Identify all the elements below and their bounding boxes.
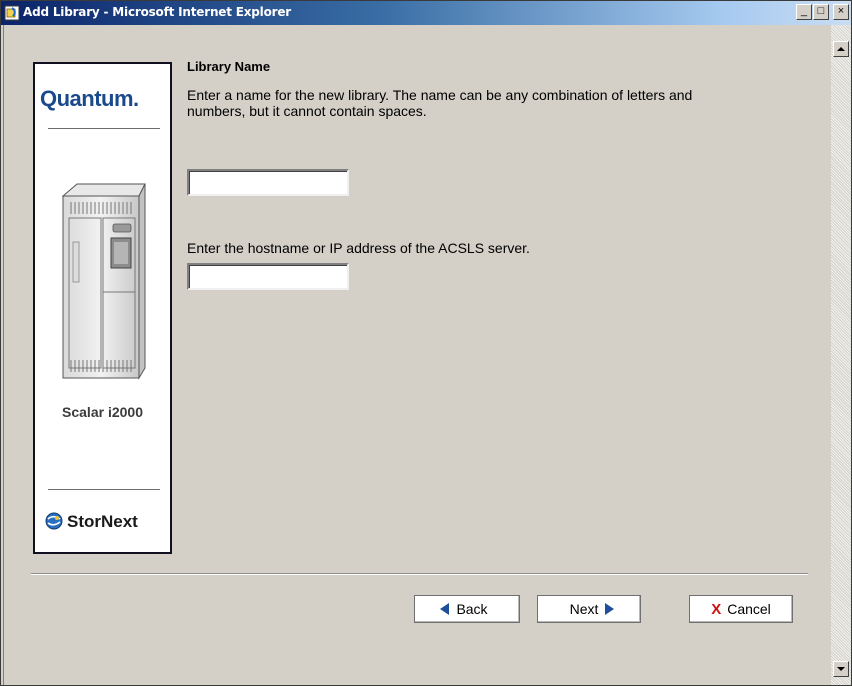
footer-divider xyxy=(31,573,808,575)
quantum-logo: Quantum. xyxy=(40,86,139,111)
hostname-description: Enter the hostname or IP address of the … xyxy=(187,240,530,256)
maximize-icon: □ xyxy=(817,5,825,17)
hostname-input[interactable] xyxy=(187,263,349,290)
cancel-button-label: Cancel xyxy=(727,601,771,617)
scroll-down-button[interactable] xyxy=(833,661,849,677)
library-name-description: Enter a name for the new library. The na… xyxy=(187,87,693,119)
stornext-label: StorNext xyxy=(67,512,138,531)
section-title: Library Name xyxy=(187,59,271,74)
minimize-button[interactable]: _ xyxy=(796,4,812,20)
minimize-icon: _ xyxy=(800,5,808,17)
title-bar[interactable]: Add Library - Microsoft Internet Explore… xyxy=(1,1,851,25)
x-icon: X xyxy=(711,600,722,618)
cancel-button[interactable]: X Cancel xyxy=(689,595,793,623)
globe-icon xyxy=(45,512,63,530)
back-button-label: Back xyxy=(456,601,488,617)
maximize-button[interactable]: □ xyxy=(813,4,829,20)
brand-divider-top xyxy=(48,128,160,129)
brand-panel: Quantum. Scalar i2000 StorNext xyxy=(33,62,172,554)
ie-icon xyxy=(4,5,20,21)
left-arrow-icon xyxy=(440,603,450,615)
close-icon: × xyxy=(837,5,845,17)
browser-window: Add Library - Microsoft Internet Explore… xyxy=(0,0,852,686)
back-button[interactable]: Back xyxy=(414,595,520,623)
library-name-input[interactable] xyxy=(187,169,349,196)
model-label: Scalar i2000 xyxy=(62,404,143,420)
scroll-up-icon xyxy=(837,47,845,51)
window-title: Add Library - Microsoft Internet Explore… xyxy=(23,5,291,19)
right-arrow-icon xyxy=(605,603,615,615)
stornext-logo: StorNext xyxy=(45,512,138,532)
close-button[interactable]: × xyxy=(833,4,849,20)
vertical-scrollbar[interactable] xyxy=(831,25,851,685)
scroll-down-icon xyxy=(837,667,845,671)
library-cabinet-image xyxy=(61,183,146,380)
scroll-up-button[interactable] xyxy=(833,41,849,57)
next-button[interactable]: Next xyxy=(537,595,641,623)
next-button-label: Next xyxy=(569,601,599,617)
brand-divider-bottom xyxy=(48,489,160,490)
